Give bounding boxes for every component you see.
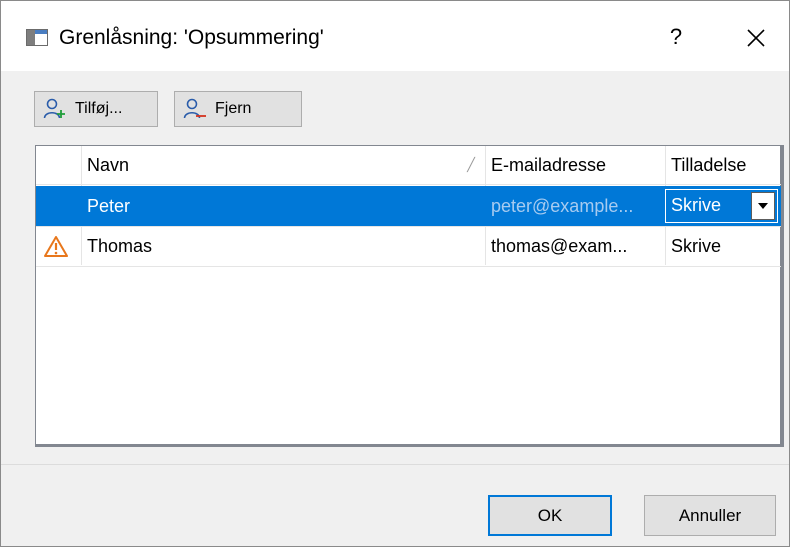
permission-dropdown[interactable]: Skrive bbox=[665, 189, 778, 223]
column-header-name[interactable]: Navn ╱ bbox=[82, 146, 486, 185]
remove-user-button[interactable]: Fjern bbox=[174, 91, 302, 127]
add-user-icon bbox=[43, 98, 65, 119]
sort-ascending-icon: ╱ bbox=[467, 157, 475, 172]
chevron-down-icon bbox=[758, 203, 768, 209]
close-button[interactable] bbox=[731, 19, 781, 55]
remove-user-icon bbox=[183, 98, 206, 119]
window-icon bbox=[26, 29, 48, 46]
column-header-email[interactable]: E-mailadresse bbox=[486, 146, 666, 185]
close-icon bbox=[747, 29, 765, 47]
user-email-cell: thomas@exam... bbox=[491, 236, 628, 256]
user-name-cell: Peter bbox=[87, 196, 131, 216]
add-user-button[interactable]: Tilføj... bbox=[34, 91, 158, 127]
branch-lock-dialog: Grenlåsning: 'Opsummering' ? Tilføj... F… bbox=[0, 0, 790, 547]
permission-cell[interactable]: Skrive bbox=[666, 226, 781, 266]
cancel-button[interactable]: Annuller bbox=[644, 495, 776, 536]
table-row[interactable]: Peter peter@example... Skrive bbox=[36, 186, 781, 226]
user-name-cell: Thomas bbox=[87, 236, 153, 256]
title-bar: Grenlåsning: 'Opsummering' ? bbox=[1, 1, 789, 71]
footer-divider bbox=[1, 464, 789, 465]
column-header-status[interactable] bbox=[36, 146, 82, 185]
dialog-title: Grenlåsning: 'Opsummering' bbox=[59, 26, 324, 49]
help-button[interactable]: ? bbox=[656, 19, 696, 55]
add-user-label: Tilføj... bbox=[75, 100, 123, 117]
user-email-cell: peter@example... bbox=[491, 196, 634, 216]
column-header-name-label: Navn bbox=[87, 155, 130, 175]
dropdown-button[interactable] bbox=[751, 192, 775, 220]
remove-user-label: Fjern bbox=[215, 100, 252, 117]
permission-value: Skrive bbox=[671, 195, 722, 215]
table-row[interactable]: Thomas thomas@exam... Skrive bbox=[36, 226, 781, 266]
ok-button[interactable]: OK bbox=[488, 495, 612, 536]
column-header-permission[interactable]: Tilladelse bbox=[666, 146, 781, 185]
warning-icon bbox=[44, 236, 68, 257]
users-list[interactable]: Navn ╱ E-mailadresse Tilladelse Peter pe… bbox=[35, 145, 784, 447]
